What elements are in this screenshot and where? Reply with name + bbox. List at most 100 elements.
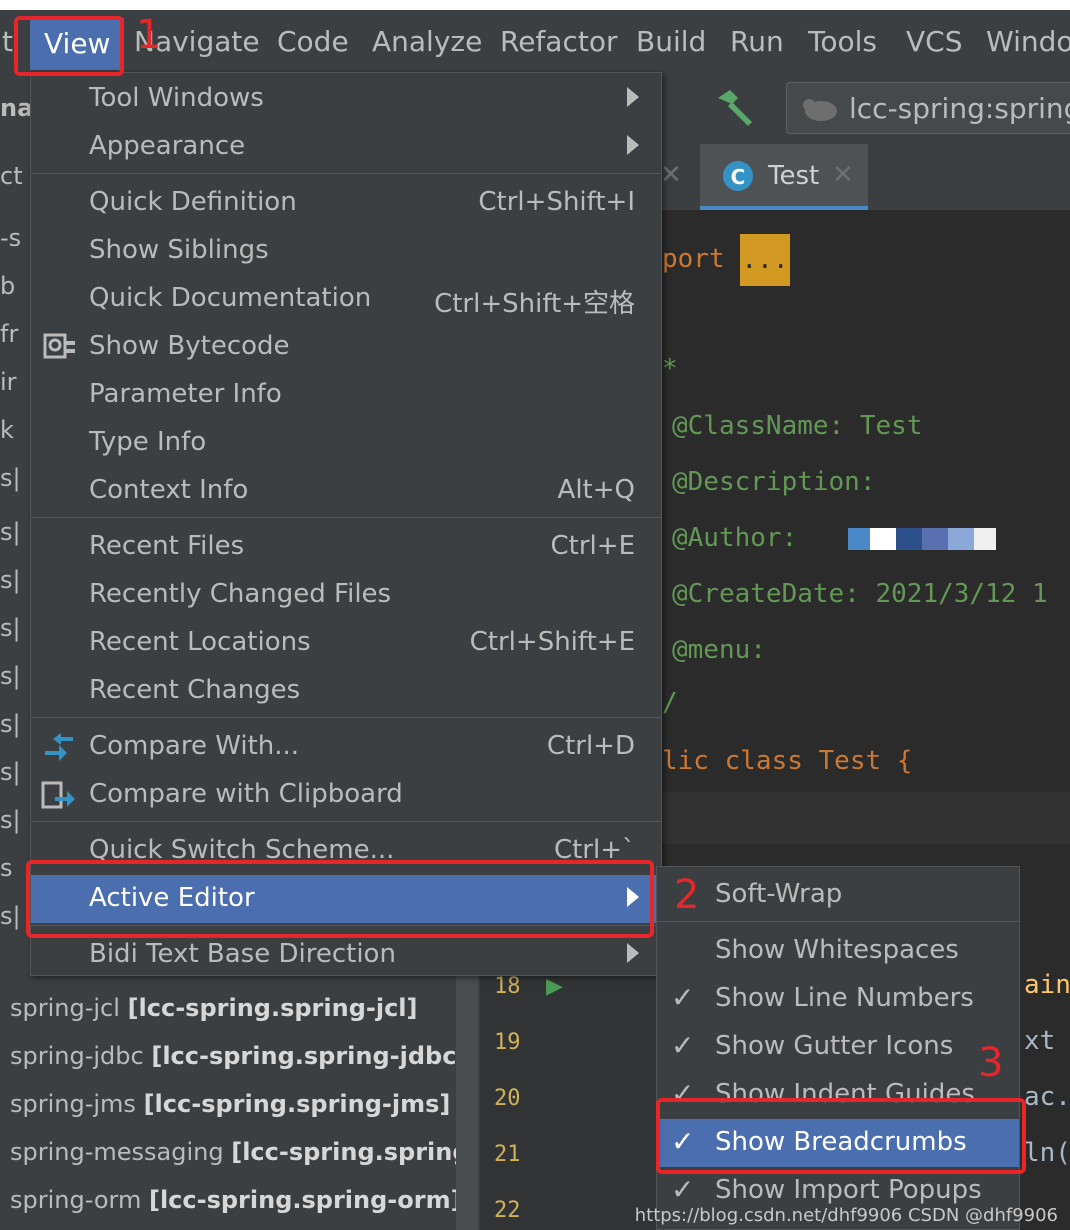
menu-item-parameter-info[interactable]: Parameter Info — [31, 371, 661, 419]
menu-item-compare-with-clipboard[interactable]: Compare with Clipboard — [31, 771, 661, 819]
menu-item-recently-changed-files[interactable]: Recently Changed Files — [31, 571, 661, 619]
menu-item-label: Recent Files — [89, 531, 245, 561]
module-path: [lcc-spring.spring-orm] — [148, 1186, 462, 1214]
watermark: https://blog.csdn.net/dhf9906 CSDN @dhf9… — [634, 1205, 1058, 1226]
submenu-item-show-gutter-icons[interactable]: ✓ Show Gutter Icons — [657, 1023, 1019, 1071]
checkmark-icon: ✓ — [671, 1029, 695, 1062]
code-line: @menu: — [672, 635, 766, 665]
submenu-item-label: Show Line Numbers — [715, 983, 974, 1013]
module-path: [lcc-spring.spring — [231, 1138, 470, 1166]
menu-analyze[interactable]: Analyze — [372, 25, 482, 58]
code-fragment: ac. — [1024, 1082, 1070, 1112]
annotation-number: 2 — [674, 872, 700, 918]
checkmark-icon: ✓ — [671, 981, 695, 1014]
submenu-item-show-whitespaces[interactable]: Show Whitespaces — [657, 927, 1019, 975]
tree-fragment[interactable]: s| — [0, 806, 21, 834]
menu-refactor[interactable]: Refactor — [500, 25, 617, 58]
close-tab-icon[interactable]: ✕ — [832, 160, 854, 190]
code-fragment: ain — [1024, 970, 1070, 1000]
module-name: spring-jdbc — [10, 1042, 144, 1070]
tree-fragment[interactable]: b — [0, 272, 15, 300]
tree-item[interactable]: spring-jms [lcc-spring.spring-jms] — [10, 1090, 450, 1118]
menu-item-label: Context Info — [89, 475, 249, 505]
menu-item-shortcut: Ctrl+Shift+E — [469, 627, 635, 657]
tree-fragment[interactable]: s| — [0, 902, 21, 930]
bytecode-icon — [43, 333, 75, 359]
tab-test[interactable]: C Test ✕ — [700, 144, 868, 210]
submenu-item-label: Show Gutter Icons — [715, 1031, 954, 1061]
menu-item-recent-changes[interactable]: Recent Changes — [31, 667, 661, 715]
menu-item-label: Compare With... — [89, 731, 300, 761]
module-path: [lcc-spring.spring-jcl] — [127, 994, 418, 1022]
menu-item-type-info[interactable]: Type Info — [31, 419, 661, 467]
tree-fragment[interactable]: ir — [0, 368, 17, 396]
module-name: spring-jms — [10, 1090, 136, 1118]
folded-imports[interactable]: ... — [740, 234, 790, 286]
menu-separator — [31, 173, 661, 174]
menu-separator — [31, 517, 661, 518]
submenu-arrow-icon — [627, 135, 639, 155]
menu-separator — [31, 717, 661, 718]
tree-fragment[interactable]: s — [0, 854, 13, 882]
tree-fragment[interactable]: -s — [0, 224, 21, 252]
close-tab-icon[interactable]: ✕ — [660, 160, 682, 190]
menu-window[interactable]: Windo — [986, 25, 1070, 58]
submenu-item-soft-wrap[interactable]: Soft-Wrap — [657, 871, 1019, 919]
menu-item-label: Appearance — [89, 131, 246, 161]
menu-item-context-info[interactable]: Context Info Alt+Q — [31, 467, 661, 515]
line-number: 22 — [494, 1198, 521, 1223]
tree-scrollbar[interactable] — [456, 960, 478, 1230]
tree-fragment[interactable]: s| — [0, 614, 21, 642]
menu-item-quick-definition[interactable]: Quick Definition Ctrl+Shift+I — [31, 179, 661, 227]
run-configuration-selector[interactable]: lcc-spring:spring- — [786, 82, 1070, 134]
tree-fragment[interactable]: s| — [0, 518, 21, 546]
menu-item-label: Recently Changed Files — [89, 579, 392, 609]
active-editor-submenu: Soft-Wrap Show Whitespaces ✓ Show Line N… — [656, 866, 1020, 1230]
menu-item-tool-windows[interactable]: Tool Windows — [31, 75, 661, 123]
line-number: 21 — [494, 1142, 521, 1167]
run-configuration-label: lcc-spring:spring- — [849, 92, 1070, 125]
checkmark-icon: ✓ — [671, 1173, 695, 1206]
code-fragment: xt — [1024, 1026, 1056, 1056]
menu-vcs[interactable]: VCS — [906, 25, 962, 58]
submenu-item-show-line-numbers[interactable]: ✓ Show Line Numbers — [657, 975, 1019, 1023]
menu-build[interactable]: Build — [636, 25, 706, 58]
menu-code[interactable]: Code — [277, 25, 349, 58]
tree-item[interactable]: spring-messaging [lcc-spring.spring — [10, 1138, 470, 1166]
tree-fragment[interactable]: s| — [0, 710, 21, 738]
menu-item-show-bytecode[interactable]: Show Bytecode — [31, 323, 661, 371]
menu-item-recent-files[interactable]: Recent Files Ctrl+E — [31, 523, 661, 571]
tree-fragment[interactable]: s| — [0, 758, 21, 786]
menu-item-quick-documentation[interactable]: Quick Documentation Ctrl+Shift+空格 — [31, 275, 661, 323]
code-line: @Author: — [672, 523, 798, 553]
tree-fragment[interactable]: s| — [0, 566, 21, 594]
tree-item[interactable]: spring-jcl [lcc-spring.spring-jcl] — [10, 994, 417, 1022]
menu-item-label: Quick Definition — [89, 187, 297, 217]
menu-tools[interactable]: Tools — [808, 25, 877, 58]
menu-item-recent-locations[interactable]: Recent Locations Ctrl+Shift+E — [31, 619, 661, 667]
module-path: [lcc-spring.spring-jdbc] — [151, 1042, 468, 1070]
tree-fragment[interactable]: s| — [0, 464, 21, 492]
menu-item-compare-with[interactable]: Compare With... Ctrl+D — [31, 723, 661, 771]
tree-item[interactable]: spring-orm [lcc-spring.spring-orm] — [10, 1186, 462, 1214]
tree-item[interactable]: spring-jdbc [lcc-spring.spring-jdbc] — [10, 1042, 467, 1070]
build-hammer-icon[interactable] — [712, 86, 756, 130]
menu-item-label: Type Info — [89, 427, 207, 457]
menu-item-shortcut: Alt+Q — [557, 475, 635, 505]
annotation-box-show-breadcrumbs — [656, 1098, 1026, 1174]
menu-item-show-siblings[interactable]: Show Siblings — [31, 227, 661, 275]
menu-fragment: t — [2, 25, 13, 58]
menu-run[interactable]: Run — [730, 25, 784, 58]
tree-fragment[interactable]: k — [0, 416, 14, 444]
menu-item-label: Bidi Text Base Direction — [89, 939, 396, 969]
menu-item-bidi-text-base-direction[interactable]: Bidi Text Base Direction — [31, 931, 661, 979]
java-class-icon: C — [723, 161, 753, 191]
code-line: * — [662, 354, 678, 384]
submenu-item-label: Show Import Popups — [715, 1175, 982, 1205]
clipboard-compare-icon — [41, 781, 75, 809]
tree-fragment[interactable]: s| — [0, 662, 21, 690]
tree-fragment[interactable]: fr — [0, 320, 18, 348]
menu-item-label: Recent Changes — [89, 675, 301, 705]
module-name: spring-messaging — [10, 1138, 224, 1166]
menu-item-appearance[interactable]: Appearance — [31, 123, 661, 171]
